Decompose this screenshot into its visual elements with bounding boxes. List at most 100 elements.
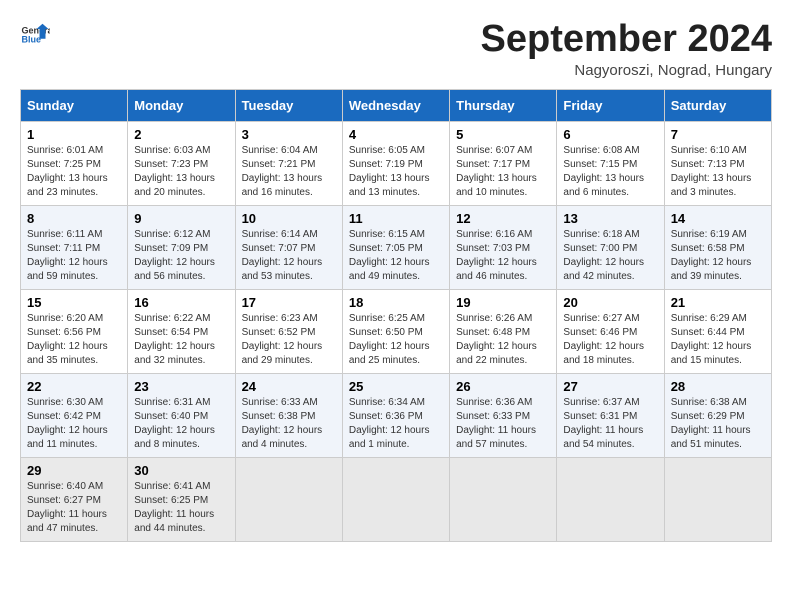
day-info: Sunrise: 6:37 AMSunset: 6:31 PMDaylight:… (563, 396, 657, 452)
day-info: Sunrise: 6:20 AMSunset: 6:56 PMDaylight:… (27, 312, 121, 368)
day-number: 26 (456, 379, 550, 394)
day-number: 23 (134, 379, 228, 394)
calendar-week-4: 22 Sunrise: 6:30 AMSunset: 6:42 PMDayligh… (21, 374, 772, 458)
day-number: 22 (27, 379, 121, 394)
calendar-cell: 9 Sunrise: 6:12 AMSunset: 7:09 PMDaylight… (128, 206, 235, 290)
calendar-cell: 20 Sunrise: 6:27 AMSunset: 6:46 PMDayligh… (557, 290, 664, 374)
calendar-cell: 3 Sunrise: 6:04 AMSunset: 7:21 PMDaylight… (235, 122, 342, 206)
calendar-week-3: 15 Sunrise: 6:20 AMSunset: 6:56 PMDayligh… (21, 290, 772, 374)
location-subtitle: Nagyoroszi, Nograd, Hungary (481, 62, 773, 79)
day-info: Sunrise: 6:26 AMSunset: 6:48 PMDaylight:… (456, 312, 550, 368)
day-info: Sunrise: 6:14 AMSunset: 7:07 PMDaylight:… (242, 228, 336, 284)
calendar-cell: 18Sunrise: 6:25 AMSunset: 6:50 PMDayligh… (342, 290, 449, 374)
day-number: 12 (456, 211, 550, 226)
day-number: 4 (349, 127, 443, 142)
calendar-cell: 2 Sunrise: 6:03 AMSunset: 7:23 PMDaylight… (128, 122, 235, 206)
day-info: Sunrise: 6:18 AMSunset: 7:00 PMDaylight:… (563, 228, 657, 284)
calendar-week-5: 29Sunrise: 6:40 AMSunset: 6:27 PMDayligh… (21, 458, 772, 542)
header-thursday: Thursday (450, 90, 557, 122)
day-info: Sunrise: 6:12 AMSunset: 7:09 PMDaylight:… (134, 228, 228, 284)
day-number: 18 (349, 295, 443, 310)
day-number: 27 (563, 379, 657, 394)
day-number: 8 (27, 211, 121, 226)
day-info: Sunrise: 6:27 AMSunset: 6:46 PMDaylight:… (563, 312, 657, 368)
day-info: Sunrise: 6:03 AMSunset: 7:23 PMDaylight:… (134, 144, 228, 200)
calendar-cell: 17Sunrise: 6:23 AMSunset: 6:52 PMDayligh… (235, 290, 342, 374)
calendar-cell: 22 Sunrise: 6:30 AMSunset: 6:42 PMDayligh… (21, 374, 128, 458)
calendar-cell: 28 Sunrise: 6:38 AMSunset: 6:29 PMDayligh… (664, 374, 771, 458)
header-tuesday: Tuesday (235, 90, 342, 122)
day-info: Sunrise: 6:05 AMSunset: 7:19 PMDaylight:… (349, 144, 443, 200)
day-info: Sunrise: 6:15 AMSunset: 7:05 PMDaylight:… (349, 228, 443, 284)
logo: General Blue (20, 20, 50, 50)
calendar-cell: 11Sunrise: 6:15 AMSunset: 7:05 PMDayligh… (342, 206, 449, 290)
day-info: Sunrise: 6:16 AMSunset: 7:03 PMDaylight:… (456, 228, 550, 284)
day-info: Sunrise: 6:30 AMSunset: 6:42 PMDaylight:… (27, 396, 121, 452)
calendar-cell: 21 Sunrise: 6:29 AMSunset: 6:44 PMDayligh… (664, 290, 771, 374)
day-info: Sunrise: 6:04 AMSunset: 7:21 PMDaylight:… (242, 144, 336, 200)
header-saturday: Saturday (664, 90, 771, 122)
day-info: Sunrise: 6:29 AMSunset: 6:44 PMDaylight:… (671, 312, 765, 368)
calendar-cell: 7 Sunrise: 6:10 AMSunset: 7:13 PMDaylight… (664, 122, 771, 206)
day-number: 24 (242, 379, 336, 394)
title-block: September 2024 Nagyoroszi, Nograd, Hunga… (481, 20, 773, 79)
day-number: 3 (242, 127, 336, 142)
calendar-cell: 8 Sunrise: 6:11 AMSunset: 7:11 PMDaylight… (21, 206, 128, 290)
day-number: 15 (27, 295, 121, 310)
calendar-cell (450, 458, 557, 542)
header-sunday: Sunday (21, 90, 128, 122)
day-info: Sunrise: 6:22 AMSunset: 6:54 PMDaylight:… (134, 312, 228, 368)
day-number: 7 (671, 127, 765, 142)
calendar-cell: 4 Sunrise: 6:05 AMSunset: 7:19 PMDaylight… (342, 122, 449, 206)
calendar-week-2: 8 Sunrise: 6:11 AMSunset: 7:11 PMDaylight… (21, 206, 772, 290)
calendar-cell: 13 Sunrise: 6:18 AMSunset: 7:00 PMDayligh… (557, 206, 664, 290)
day-number: 5 (456, 127, 550, 142)
svg-text:Blue: Blue (22, 35, 42, 45)
calendar-cell: 14 Sunrise: 6:19 AMSunset: 6:58 PMDayligh… (664, 206, 771, 290)
calendar-cell: 23 Sunrise: 6:31 AMSunset: 6:40 PMDayligh… (128, 374, 235, 458)
day-number: 20 (563, 295, 657, 310)
day-number: 29 (27, 463, 121, 478)
calendar-cell (664, 458, 771, 542)
header-row: SundayMondayTuesdayWednesdayThursdayFrid… (21, 90, 772, 122)
header-wednesday: Wednesday (342, 90, 449, 122)
day-info: Sunrise: 6:38 AMSunset: 6:29 PMDaylight:… (671, 396, 765, 452)
day-info: Sunrise: 6:19 AMSunset: 6:58 PMDaylight:… (671, 228, 765, 284)
calendar-table: SundayMondayTuesdayWednesdayThursdayFrid… (20, 89, 772, 542)
calendar-cell: 29Sunrise: 6:40 AMSunset: 6:27 PMDayligh… (21, 458, 128, 542)
month-title: September 2024 (481, 20, 773, 58)
day-number: 14 (671, 211, 765, 226)
calendar-cell: 6Sunrise: 6:08 AMSunset: 7:15 PMDaylight… (557, 122, 664, 206)
day-number: 16 (134, 295, 228, 310)
calendar-cell: 1Sunrise: 6:01 AMSunset: 7:25 PMDaylight… (21, 122, 128, 206)
day-number: 2 (134, 127, 228, 142)
day-number: 25 (349, 379, 443, 394)
day-number: 13 (563, 211, 657, 226)
calendar-cell: 25 Sunrise: 6:34 AMSunset: 6:36 PMDayligh… (342, 374, 449, 458)
day-info: Sunrise: 6:11 AMSunset: 7:11 PMDaylight:… (27, 228, 121, 284)
logo-icon: General Blue (20, 20, 50, 50)
page-header: General Blue September 2024 Nagyoroszi, … (20, 20, 772, 79)
calendar-cell: 26 Sunrise: 6:36 AMSunset: 6:33 PMDayligh… (450, 374, 557, 458)
day-number: 21 (671, 295, 765, 310)
day-info: Sunrise: 6:36 AMSunset: 6:33 PMDaylight:… (456, 396, 550, 452)
day-number: 17 (242, 295, 336, 310)
calendar-cell: 15 Sunrise: 6:20 AMSunset: 6:56 PMDayligh… (21, 290, 128, 374)
day-info: Sunrise: 6:01 AMSunset: 7:25 PMDaylight:… (27, 144, 121, 200)
day-number: 6 (563, 127, 657, 142)
calendar-cell (557, 458, 664, 542)
calendar-cell: 10Sunrise: 6:14 AMSunset: 7:07 PMDayligh… (235, 206, 342, 290)
day-info: Sunrise: 6:07 AMSunset: 7:17 PMDaylight:… (456, 144, 550, 200)
day-info: Sunrise: 6:10 AMSunset: 7:13 PMDaylight:… (671, 144, 765, 200)
day-info: Sunrise: 6:34 AMSunset: 6:36 PMDaylight:… (349, 396, 443, 452)
day-number: 9 (134, 211, 228, 226)
calendar-cell (342, 458, 449, 542)
header-friday: Friday (557, 90, 664, 122)
calendar-cell: 24Sunrise: 6:33 AMSunset: 6:38 PMDayligh… (235, 374, 342, 458)
calendar-cell: 5 Sunrise: 6:07 AMSunset: 7:17 PMDaylight… (450, 122, 557, 206)
day-number: 28 (671, 379, 765, 394)
day-info: Sunrise: 6:31 AMSunset: 6:40 PMDaylight:… (134, 396, 228, 452)
header-monday: Monday (128, 90, 235, 122)
day-number: 19 (456, 295, 550, 310)
calendar-cell (235, 458, 342, 542)
